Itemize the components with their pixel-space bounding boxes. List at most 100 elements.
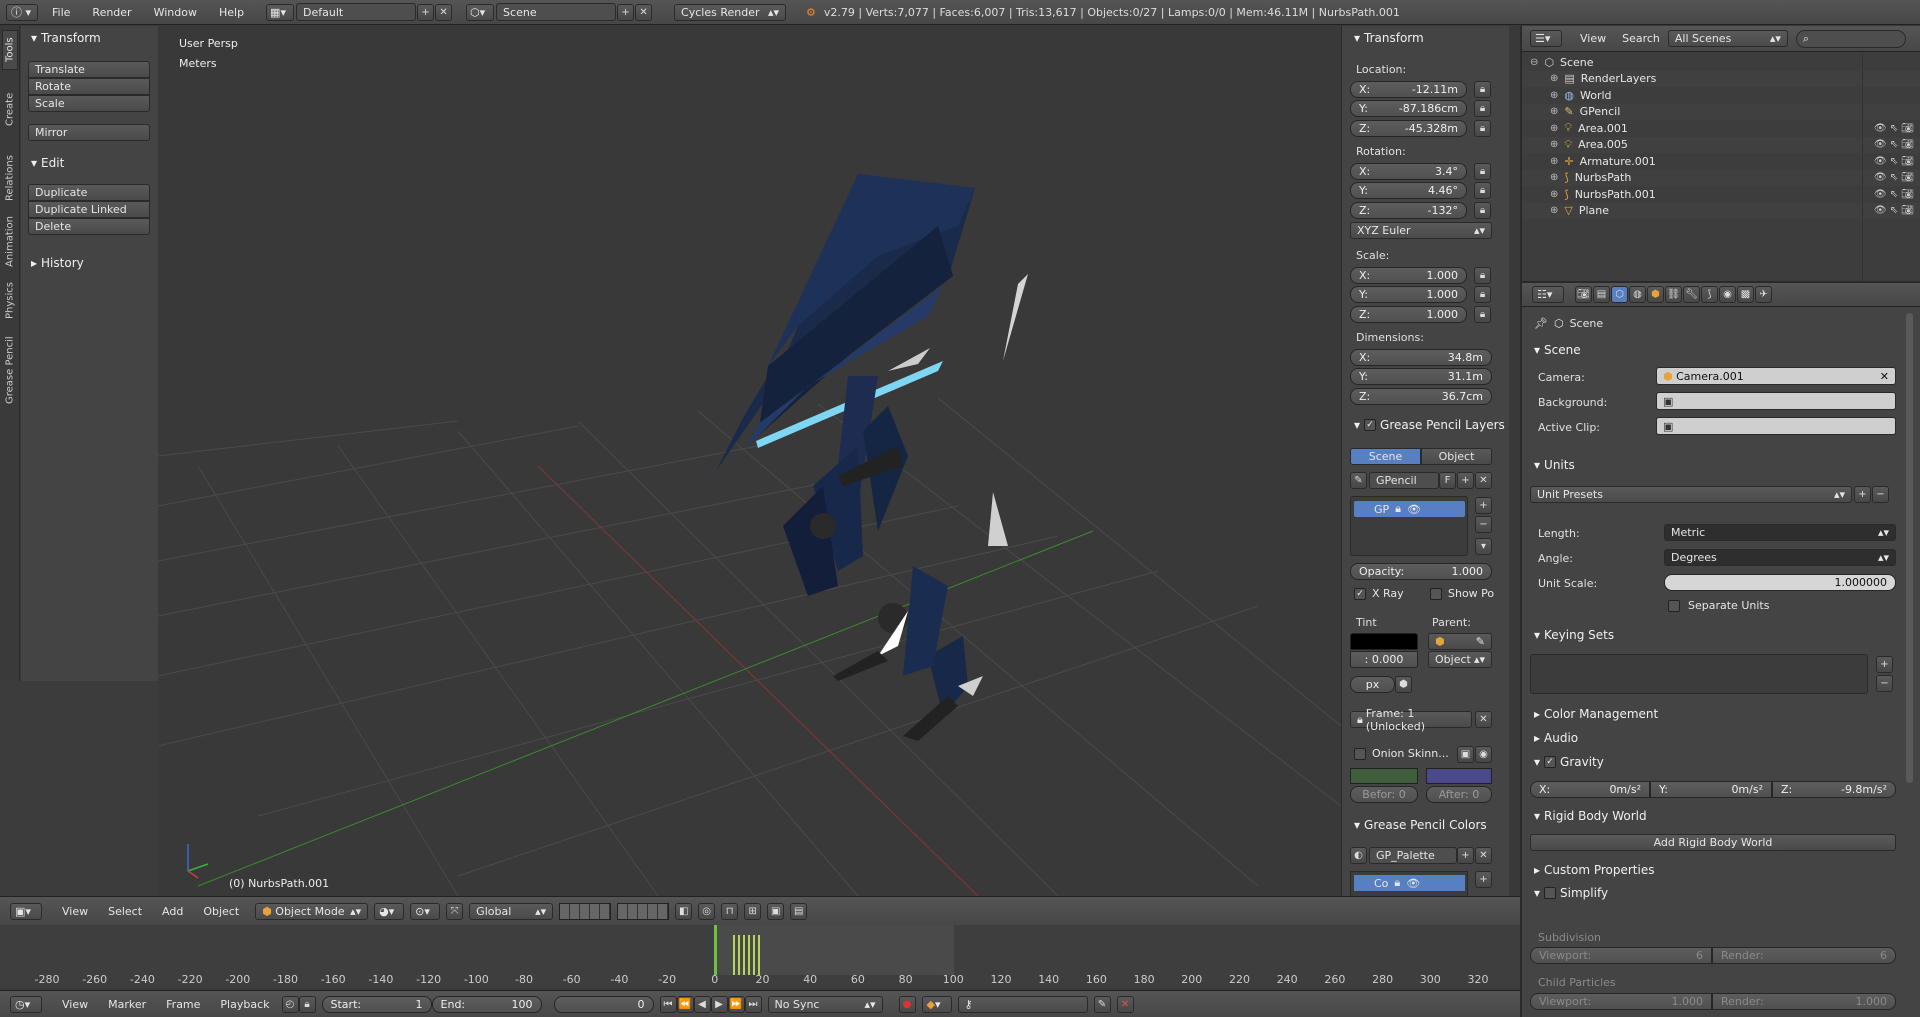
- n-transform-header[interactable]: ▾ Transform: [1354, 31, 1424, 45]
- child-particles-viewport-field[interactable]: Viewport: 1.000: [1530, 993, 1712, 1010]
- visibility-icons[interactable]: 👁︎ ⇖ 📷︎: [1874, 172, 1914, 183]
- gravity-panel-header[interactable]: ▾ ✓ Gravity: [1534, 755, 1604, 769]
- outliner-item[interactable]: ⊕ 💡︎ Area.001 👁︎ ⇖ 📷︎: [1522, 120, 1920, 137]
- lock-scale-x-icon[interactable]: 🔒︎: [1474, 267, 1491, 284]
- visibility-icons[interactable]: 👁︎ ⇖ 📷︎: [1874, 123, 1914, 134]
- menu-window[interactable]: Window: [154, 6, 197, 19]
- camera-field[interactable]: ⬢ Camera.001 ✕: [1656, 367, 1896, 385]
- history-panel-header[interactable]: ▸ History: [31, 256, 84, 270]
- current-frame-indicator[interactable]: [714, 925, 717, 975]
- pin-icon[interactable]: 📌︎: [1534, 317, 1548, 330]
- expand-icon[interactable]: ⊕: [1550, 156, 1558, 167]
- gp-frame-delete-icon[interactable]: ✕: [1475, 711, 1492, 728]
- lock-rotation-x-icon[interactable]: 🔒︎: [1474, 163, 1491, 180]
- lock-icon[interactable]: 🔒︎: [1395, 502, 1401, 516]
- onion-before-color[interactable]: [1350, 768, 1418, 784]
- scale-x-field[interactable]: X: 1.000: [1350, 267, 1467, 284]
- gp-layer-menu-icon[interactable]: ▾: [1475, 538, 1492, 555]
- menu-outliner-view[interactable]: View: [1580, 32, 1606, 45]
- gp-fake-user-button[interactable]: F: [1439, 472, 1456, 489]
- units-panel-header[interactable]: ▾ Units: [1534, 458, 1575, 472]
- onion-before-field[interactable]: Befor: 0: [1350, 786, 1418, 803]
- palette-add-icon[interactable]: +: [1457, 847, 1474, 864]
- menu-render[interactable]: Render: [92, 6, 131, 19]
- expand-icon[interactable]: ⊕: [1550, 73, 1558, 84]
- menu-file[interactable]: File: [52, 6, 70, 19]
- lock-rotation-y-icon[interactable]: 🔒︎: [1474, 182, 1491, 199]
- gp-layer-remove-icon[interactable]: −: [1475, 516, 1492, 533]
- gp-layers-header[interactable]: ▾ ✓ Grease Pencil Layers: [1354, 418, 1505, 432]
- menu-add[interactable]: Add: [162, 905, 183, 918]
- keying-set-remove-icon[interactable]: −: [1876, 675, 1893, 692]
- custom-properties-panel-header[interactable]: ▸ Custom Properties: [1534, 863, 1654, 877]
- edit-panel-header[interactable]: ▾ Edit: [31, 156, 64, 170]
- menu-frame[interactable]: Frame: [166, 998, 200, 1011]
- gravity-z-field[interactable]: Z: -9.8m/s²: [1772, 781, 1896, 798]
- opengl-render-icon[interactable]: ▣: [767, 902, 785, 920]
- simplify-panel-header[interactable]: ▾ Simplify: [1534, 886, 1608, 900]
- lock-scale-y-icon[interactable]: 🔒︎: [1474, 286, 1491, 303]
- duplicate-button[interactable]: Duplicate: [28, 184, 150, 201]
- pivot-select[interactable]: ⊙▾: [410, 902, 441, 920]
- onion-skinning-checkbox[interactable]: Onion Skinn...: [1354, 747, 1449, 760]
- rotation-x-field[interactable]: X: 3.4°: [1350, 163, 1467, 180]
- tab-create[interactable]: Create: [2, 74, 18, 144]
- transform-panel-header[interactable]: ▾ Transform: [31, 31, 101, 45]
- viewport-3d[interactable]: User Persp Meters (0) NurbsPath.001: [158, 26, 1341, 896]
- delete-button[interactable]: Delete: [28, 218, 150, 235]
- tab-relations[interactable]: Relations: [2, 148, 18, 208]
- gp-name-field[interactable]: GPencil: [1369, 472, 1439, 489]
- modifiers-tab-icon[interactable]: 🔧︎: [1683, 286, 1700, 303]
- lock-location-y-icon[interactable]: 🔒︎: [1474, 100, 1491, 117]
- orientation-select[interactable]: Global ▴▾: [469, 902, 554, 920]
- layout-selector-icon[interactable]: ▦▾: [266, 3, 295, 21]
- gravity-x-field[interactable]: X: 0m/s²: [1530, 781, 1650, 798]
- menu-select[interactable]: Select: [108, 905, 142, 918]
- translate-button[interactable]: Translate: [28, 61, 150, 78]
- opengl-anim-icon[interactable]: ▤: [790, 902, 808, 920]
- play-reverse-icon[interactable]: ◀: [693, 995, 711, 1013]
- parent-object-field[interactable]: ⬢ ✎: [1428, 633, 1492, 650]
- gp-color-add-icon[interactable]: +: [1475, 871, 1492, 888]
- manipulator-toggle-icon[interactable]: ⤧: [446, 902, 464, 920]
- world-tab-icon[interactable]: ◍: [1629, 286, 1646, 303]
- keying-type-select[interactable]: ◆ ▾: [921, 995, 952, 1013]
- physics-tab-icon[interactable]: ✈: [1755, 286, 1772, 303]
- menu-help[interactable]: Help: [219, 6, 244, 19]
- layout-name-field[interactable]: Default: [296, 3, 417, 21]
- dimensions-x-field[interactable]: X: 34.8m: [1350, 349, 1492, 366]
- menu-object[interactable]: Object: [203, 905, 239, 918]
- layer-buttons[interactable]: [559, 902, 612, 920]
- unit-scale-field[interactable]: 1.000000: [1664, 574, 1896, 591]
- lock-layers-icon[interactable]: ◧: [675, 902, 693, 920]
- add-layout-icon[interactable]: +: [417, 3, 435, 21]
- outliner-search-input[interactable]: ⌕: [1795, 29, 1906, 48]
- snap-icon[interactable]: ⊓: [721, 902, 739, 920]
- gp-layer-add-icon[interactable]: +: [1475, 497, 1492, 514]
- location-z-field[interactable]: Z: -45.328m: [1350, 120, 1467, 137]
- expand-icon[interactable]: ⊕: [1550, 106, 1558, 117]
- add-rigid-body-world-button[interactable]: Add Rigid Body World: [1530, 834, 1896, 851]
- editor-type-info-button[interactable]: ⓘ ▾: [6, 3, 38, 21]
- record-icon[interactable]: ●: [898, 995, 916, 1013]
- rotate-button[interactable]: Rotate: [28, 78, 150, 95]
- add-scene-icon[interactable]: +: [617, 3, 635, 21]
- expand-icon[interactable]: ⊕: [1550, 205, 1558, 216]
- lock-rotation-z-icon[interactable]: 🔒︎: [1474, 202, 1491, 219]
- onion-color-icon[interactable]: ▣: [1457, 746, 1474, 763]
- color-management-panel-header[interactable]: ▸ Color Management: [1534, 707, 1658, 721]
- material-tab-icon[interactable]: ◉: [1719, 286, 1736, 303]
- location-y-field[interactable]: Y: -87.186cm: [1350, 100, 1467, 117]
- gp-thickness-icon[interactable]: ⬢: [1395, 676, 1412, 693]
- rotation-z-field[interactable]: Z: -132°: [1350, 202, 1467, 219]
- data-tab-icon[interactable]: ⟆: [1701, 286, 1718, 303]
- visibility-icons[interactable]: 👁︎ ⇖ 📷︎: [1874, 189, 1914, 200]
- scene-tab-icon[interactable]: ⬡: [1611, 286, 1628, 303]
- gp-add-icon[interactable]: +: [1457, 472, 1474, 489]
- snap-target-icon[interactable]: ⊞: [744, 902, 762, 920]
- outliner-item[interactable]: ⊕ 💡︎ Area.005 👁︎ ⇖ 📷︎: [1522, 136, 1920, 153]
- gp-object-tab[interactable]: Object: [1421, 448, 1492, 465]
- gp-opacity-field[interactable]: Opacity: 1.000: [1350, 563, 1492, 580]
- tab-animation[interactable]: Animation: [2, 212, 18, 272]
- preset-remove-icon[interactable]: −: [1872, 486, 1889, 503]
